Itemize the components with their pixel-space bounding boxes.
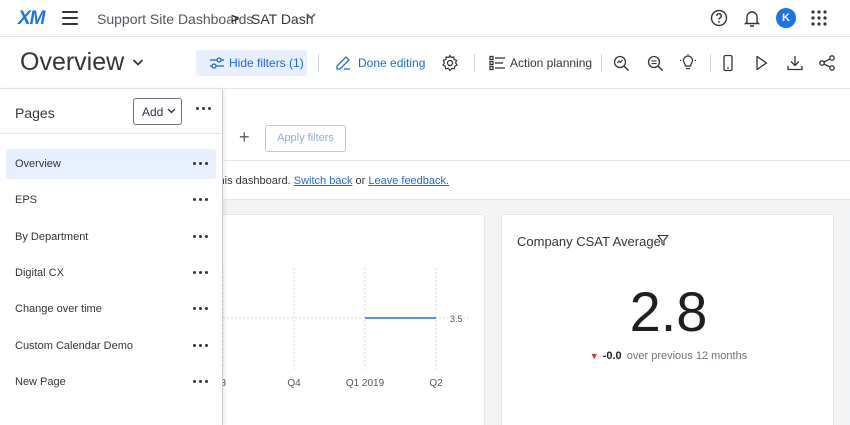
leave-feedback-link[interactable]: Leave feedback.: [368, 175, 449, 187]
page-item-label: Overview: [15, 158, 61, 170]
lightbulb-icon[interactable]: [679, 54, 697, 72]
page-item[interactable]: Digital CX: [6, 258, 216, 288]
breadcrumb-parent[interactable]: Support Site Dashboards: [97, 11, 253, 27]
trend-indicator: ▼ -0.0 over previous 12 months: [502, 350, 835, 362]
xm-logo[interactable]: XM: [18, 8, 45, 30]
help-icon[interactable]: [710, 9, 728, 27]
switch-back-link[interactable]: Switch back: [294, 175, 353, 187]
page-item-label: Digital CX: [15, 267, 64, 279]
hide-filters-label: Hide filters (1): [229, 56, 304, 70]
more-options-icon[interactable]: [193, 198, 208, 201]
data-label: 3.5: [450, 314, 463, 324]
notifications-bell-icon[interactable]: [743, 9, 761, 27]
filter-funnel-icon[interactable]: [657, 234, 669, 246]
divider: [710, 54, 711, 72]
top-bar: XM Support Site Dashboards > SAT Dash K: [0, 0, 850, 37]
more-options-icon[interactable]: [193, 271, 208, 274]
notice-middle: or: [352, 175, 369, 187]
page-item[interactable]: Custom Calendar Demo: [6, 331, 216, 361]
zoom-analysis-icon[interactable]: [646, 54, 664, 72]
divider: [474, 54, 475, 72]
page-item[interactable]: Change over time: [6, 294, 216, 324]
action-planning-icon: [489, 55, 505, 71]
chevron-down-icon[interactable]: [306, 12, 316, 20]
breadcrumb-separator: >: [231, 10, 240, 26]
more-options-icon[interactable]: [196, 107, 211, 110]
page-item[interactable]: EPS: [6, 185, 216, 215]
action-planning-label: Action planning: [510, 56, 593, 70]
divider: [601, 54, 602, 72]
download-icon[interactable]: [786, 54, 804, 72]
page-title[interactable]: Overview: [20, 48, 124, 77]
more-options-icon[interactable]: [193, 235, 208, 238]
page-item[interactable]: By Department: [6, 222, 216, 252]
search-insights-icon[interactable]: [612, 54, 630, 72]
done-editing-button[interactable]: Done editing: [335, 55, 425, 76]
add-page-label: Add: [142, 105, 164, 119]
settings-gear-icon[interactable]: [441, 54, 459, 72]
more-options-icon[interactable]: [193, 380, 208, 383]
page-item-label: By Department: [15, 231, 89, 243]
page-item[interactable]: Overview: [6, 149, 216, 179]
x-tick-label: Q2: [429, 378, 443, 389]
chevron-down-icon[interactable]: [132, 58, 144, 67]
pages-panel-title: Pages: [15, 105, 55, 121]
csat-value: 2.8: [629, 280, 708, 343]
add-page-button[interactable]: Add: [133, 98, 182, 125]
more-options-icon[interactable]: [193, 162, 208, 165]
apply-filters-button[interactable]: Apply filters: [265, 125, 346, 152]
chevron-down-icon: [167, 108, 176, 114]
app-grid-icon[interactable]: [810, 9, 828, 27]
hide-filters-button[interactable]: Hide filters (1): [196, 50, 307, 76]
pencil-edit-icon: [336, 56, 350, 70]
x-tick-label: Q4: [287, 378, 301, 389]
share-icon[interactable]: [818, 54, 836, 72]
csat-widget[interactable]: Company CSAT Average 2.8 ▼ -0.0 over prev…: [501, 214, 834, 425]
mobile-preview-icon[interactable]: [719, 54, 737, 72]
down-arrow-icon: ▼: [589, 351, 599, 361]
trend-caption: over previous 12 months: [626, 350, 748, 362]
filter-sliders-icon: [210, 57, 224, 69]
divider: [318, 54, 319, 72]
page-item-label: Change over time: [15, 303, 102, 315]
breadcrumb-current[interactable]: SAT Dash: [251, 11, 314, 27]
page-item-label: EPS: [15, 194, 38, 206]
done-editing-label: Done editing: [358, 56, 426, 70]
avatar[interactable]: K: [776, 8, 796, 28]
page-item-label: New Page: [15, 376, 66, 388]
page-item-label: Custom Calendar Demo: [15, 340, 133, 352]
more-options-icon[interactable]: [193, 307, 208, 310]
play-icon[interactable]: [752, 54, 770, 72]
dashboard-toolbar: Overview Hide filters (1) Done editing A…: [0, 37, 850, 89]
trend-delta: -0.0: [602, 350, 622, 362]
add-filter-plus-icon[interactable]: +: [239, 127, 250, 148]
x-tick-label: Q1 2019: [346, 378, 385, 389]
action-planning-button[interactable]: Action planning: [489, 55, 592, 76]
pages-panel: Pages Add Overview EPS By Department Digita…: [0, 89, 223, 425]
menu-icon[interactable]: [62, 11, 78, 25]
widget-title: Company CSAT Average: [517, 234, 661, 249]
more-options-icon[interactable]: [193, 344, 208, 347]
divider: [0, 133, 222, 134]
page-item[interactable]: New Page: [6, 367, 216, 397]
